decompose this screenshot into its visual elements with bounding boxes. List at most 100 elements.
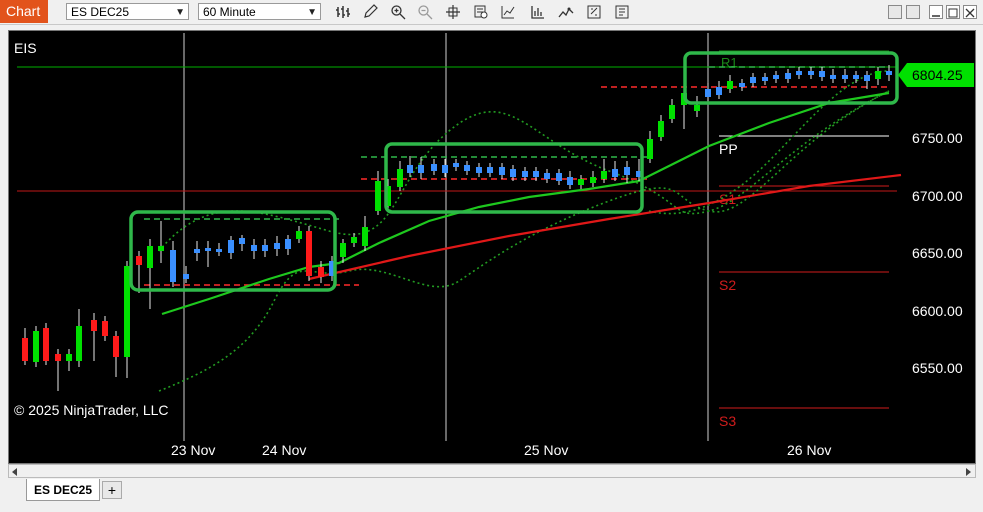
add-tab-button[interactable]: + xyxy=(102,481,122,499)
candle-body xyxy=(762,77,768,81)
candle-body xyxy=(647,139,653,159)
tab-es-dec25[interactable]: ES DEC25 xyxy=(26,479,100,501)
strategies-icon[interactable] xyxy=(530,4,546,20)
properties-icon[interactable] xyxy=(586,4,602,20)
candle-body xyxy=(124,266,130,357)
price-chart[interactable]: R1 PP S1 S2 S3 EIS © 2025 NinjaTrader, L… xyxy=(9,31,975,463)
zoom-out-icon[interactable] xyxy=(417,4,433,20)
candle-body xyxy=(853,75,859,79)
candles xyxy=(22,65,892,391)
candle-body xyxy=(431,164,437,171)
candle-body xyxy=(274,243,280,249)
minimize-icon xyxy=(932,15,940,17)
instrument-selector[interactable]: ES DEC25 ▼ xyxy=(66,3,189,20)
minimize-button[interactable] xyxy=(929,5,943,19)
candle-body xyxy=(864,75,870,81)
candle-body xyxy=(285,239,291,249)
candle-body xyxy=(819,71,825,77)
candle-body xyxy=(578,179,584,185)
candle-body xyxy=(510,169,516,177)
candle-body xyxy=(773,75,779,79)
date-axis-label: 24 Nov xyxy=(262,442,306,458)
close-icon xyxy=(965,8,975,18)
candle-body xyxy=(351,237,357,243)
candle-body xyxy=(296,231,302,239)
indicators-icon[interactable] xyxy=(500,4,516,20)
candle-body xyxy=(43,328,49,361)
candle-body xyxy=(476,167,482,173)
candle-body xyxy=(499,167,505,175)
maximize-icon xyxy=(948,8,958,18)
restore-button[interactable] xyxy=(888,5,902,19)
candle-body xyxy=(453,163,459,167)
candle-body xyxy=(590,177,596,183)
horizontal-scrollbar[interactable] xyxy=(8,464,976,478)
candle-body xyxy=(418,165,424,173)
candle-body xyxy=(76,326,82,361)
candle-body xyxy=(91,320,97,331)
chart-toolbar: Chart ES DEC25 ▼ 60 Minute ▼ xyxy=(0,0,983,25)
templates-icon[interactable] xyxy=(558,4,574,20)
candle-body xyxy=(544,173,550,179)
candle-body xyxy=(556,173,562,181)
candle-body xyxy=(239,238,245,244)
candle-body xyxy=(464,165,470,171)
candle-body xyxy=(170,250,176,282)
candle-body xyxy=(362,227,368,246)
date-axis-label: 26 Nov xyxy=(787,442,831,458)
candle-body xyxy=(102,321,108,336)
candle-body xyxy=(694,105,700,111)
price-axis-label: 6600.00 xyxy=(912,303,963,319)
zoom-in-icon[interactable] xyxy=(390,4,406,20)
candle-body xyxy=(251,245,257,251)
snapshot-icon[interactable] xyxy=(614,4,630,20)
scroll-right-icon[interactable] xyxy=(966,468,971,476)
data-box-icon[interactable] xyxy=(473,4,489,20)
pivot-pp-label: PP xyxy=(719,141,738,157)
chart-panel[interactable]: R1 PP S1 S2 S3 EIS © 2025 NinjaTrader, L… xyxy=(8,30,976,464)
candle-body xyxy=(147,246,153,268)
range-lines xyxy=(144,66,889,286)
candle-body xyxy=(262,245,268,251)
candle-body xyxy=(340,243,346,257)
candle-body xyxy=(136,256,142,265)
bar-type-icon[interactable] xyxy=(335,4,351,20)
candle-body xyxy=(113,336,119,357)
chevron-down-icon: ▼ xyxy=(307,7,317,18)
candle-body xyxy=(487,167,493,173)
candle-body xyxy=(533,171,539,177)
candle-body xyxy=(727,81,733,89)
candle-body xyxy=(158,246,164,251)
candle-body xyxy=(228,240,234,253)
candle-body xyxy=(22,338,28,361)
candle-body xyxy=(318,267,324,277)
close-button[interactable] xyxy=(963,5,977,19)
interval-value: 60 Minute xyxy=(203,5,256,19)
candle-body xyxy=(796,71,802,75)
candle-body xyxy=(55,354,61,361)
candle-body xyxy=(205,248,211,251)
interval-selector[interactable]: 60 Minute ▼ xyxy=(198,3,321,20)
app-tab-chart[interactable]: Chart xyxy=(0,0,48,23)
price-axis-label: 6650.00 xyxy=(912,245,963,261)
crosshair-icon[interactable] xyxy=(445,4,461,20)
scroll-left-icon[interactable] xyxy=(12,468,17,476)
maximize-button[interactable] xyxy=(946,5,960,19)
draw-pencil-icon[interactable] xyxy=(362,4,378,20)
price-axis-label: 6700.00 xyxy=(912,188,963,204)
candle-body xyxy=(522,171,528,177)
link-button[interactable] xyxy=(906,5,920,19)
candle-body xyxy=(306,231,312,276)
pivot-s2-label: S2 xyxy=(719,277,736,293)
candle-body xyxy=(716,87,722,95)
chevron-down-icon: ▼ xyxy=(175,7,185,18)
candle-body xyxy=(612,169,618,177)
instrument-value: ES DEC25 xyxy=(71,5,130,19)
candle-body xyxy=(658,121,664,137)
candle-body xyxy=(183,274,189,279)
candle-body xyxy=(842,75,848,79)
copyright-label: © 2025 NinjaTrader, LLC xyxy=(14,402,169,418)
candle-body xyxy=(750,77,756,83)
candle-body xyxy=(194,249,200,253)
candle-body xyxy=(33,331,39,362)
